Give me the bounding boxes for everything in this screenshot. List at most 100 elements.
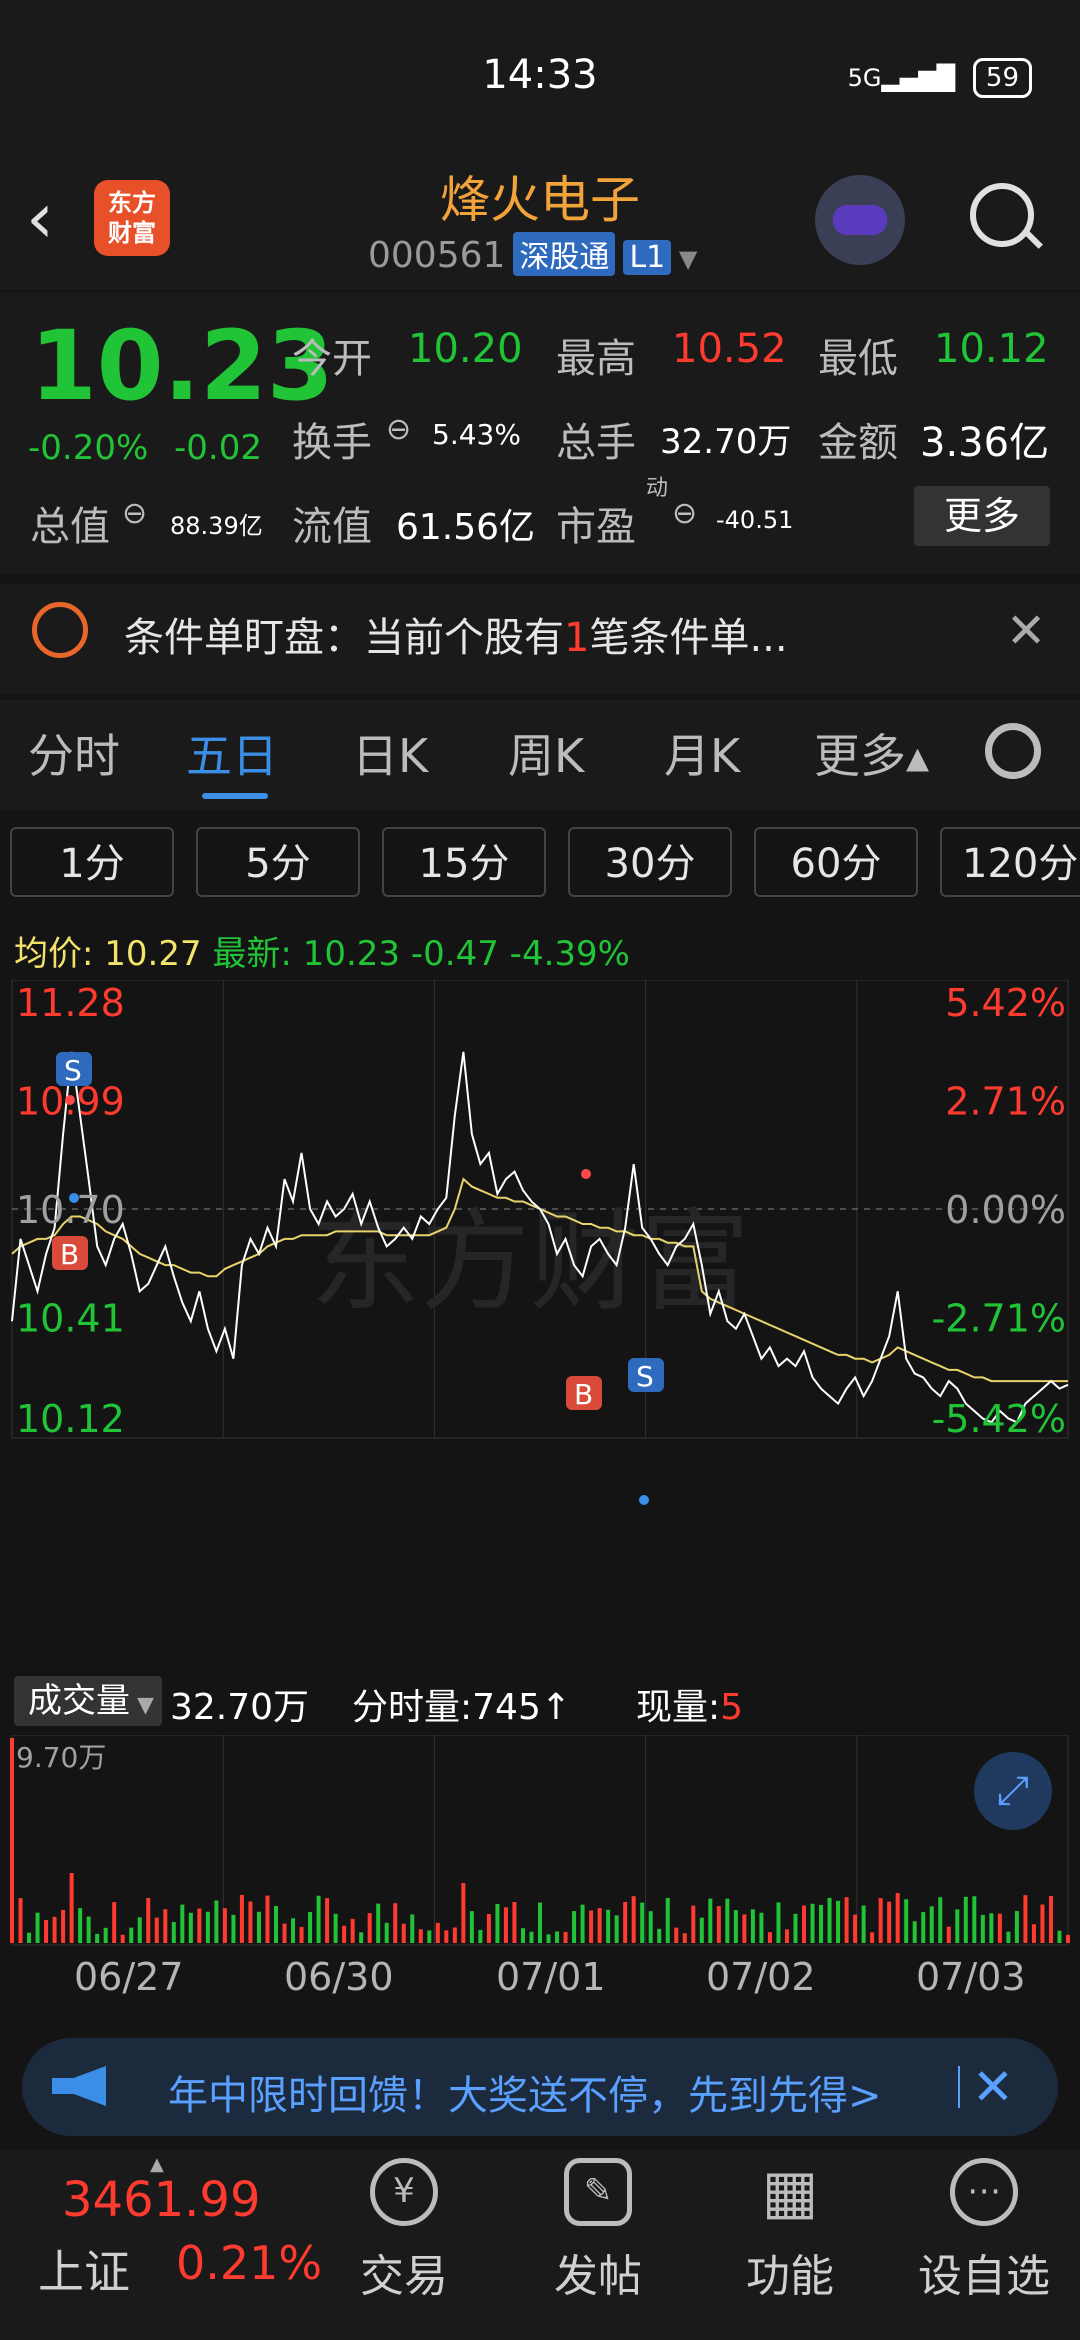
volume-chart[interactable]: 9.70万 xyxy=(0,1735,1080,1950)
period-1min-button[interactable]: 1分 xyxy=(10,827,174,897)
volume-total: 32.70万 xyxy=(170,1687,310,1728)
volume-value: 32.70万 xyxy=(660,422,792,462)
signal-icon: 5G xyxy=(847,64,882,92)
volume-bar xyxy=(716,1906,721,1943)
volume-bar xyxy=(572,1911,577,1943)
y-tick-left: 10.41 xyxy=(16,1297,125,1341)
period-15min-button[interactable]: 15分 xyxy=(382,827,546,897)
tab-intraday[interactable]: 分时 xyxy=(28,720,120,786)
volume-bar xyxy=(1023,1895,1028,1943)
period-30min-button[interactable]: 30分 xyxy=(568,827,732,897)
index-name[interactable]: 上证 xyxy=(38,2236,130,2302)
volume-dropdown[interactable]: 成交量 ▼ xyxy=(14,1676,162,1726)
change-value: -0.02 xyxy=(174,428,262,468)
change-pct: -0.20% xyxy=(28,428,149,468)
volume-bar xyxy=(665,1898,670,1943)
volume-bar xyxy=(802,1905,806,1943)
trade-dot xyxy=(581,1169,591,1179)
tab-daily-k[interactable]: 日K xyxy=(352,720,428,786)
volume-bar xyxy=(376,1903,381,1943)
volume-bar xyxy=(256,1911,261,1943)
search-icon[interactable] xyxy=(970,183,1034,247)
tab-monthly-k[interactable]: 月K xyxy=(664,720,740,786)
tag-level: L1 xyxy=(623,240,672,275)
trade-dot xyxy=(639,1495,649,1505)
functions-icon[interactable]: ▦ xyxy=(756,2158,824,2226)
nav-add-watchlist[interactable]: 设自选 xyxy=(904,2240,1064,2304)
x-label-0702: 07/02 xyxy=(706,1955,816,1999)
volume-bar xyxy=(836,1900,841,1943)
trade-icon[interactable]: ¥ xyxy=(370,2158,438,2226)
volume-bar xyxy=(503,1907,508,1943)
volume-bar xyxy=(427,1930,432,1943)
volume-bar xyxy=(750,1909,755,1943)
minute-volume: 分时量:745↑ xyxy=(352,1687,572,1728)
sell-marker-label: S xyxy=(64,1054,82,1087)
volume-bar xyxy=(444,1930,449,1943)
volume-bar xyxy=(699,1917,704,1943)
volume-bar xyxy=(78,1908,83,1943)
period-120min-button[interactable]: 120分 xyxy=(940,827,1080,897)
post-icon[interactable]: ✎ xyxy=(564,2158,632,2226)
volume-bar xyxy=(146,1897,151,1943)
volume-bar xyxy=(435,1922,440,1943)
period-5min-button[interactable]: 5分 xyxy=(196,827,360,897)
nav-trade[interactable]: 交易 xyxy=(324,2240,484,2304)
index-change-pct[interactable]: 0.21% xyxy=(176,2236,322,2290)
amount-label: 金额 xyxy=(818,420,898,466)
sell-marker-label: S xyxy=(636,1360,654,1393)
volume-bar xyxy=(1048,1896,1053,1943)
promo-text: 年中限时回馈！大奖送不停，先到先得> xyxy=(168,2073,882,2119)
tab-more[interactable]: 更多▴ xyxy=(814,720,929,786)
volume-bar xyxy=(129,1927,134,1943)
info-icon[interactable]: ⊖ xyxy=(672,496,697,531)
volume-bar xyxy=(597,1908,602,1943)
volume-bar xyxy=(316,1895,321,1943)
y-tick-right: -2.71% xyxy=(932,1297,1066,1341)
stock-code-row[interactable]: 000561 深股通 L1 ▼ xyxy=(368,232,697,276)
turnover-label: 换手 xyxy=(292,420,372,466)
volume-bar xyxy=(793,1913,798,1943)
volume-bar xyxy=(1006,1931,1011,1943)
volume-bar xyxy=(486,1913,491,1943)
volume-bar xyxy=(333,1913,338,1943)
volume-bar xyxy=(171,1922,176,1943)
volume-bar xyxy=(188,1912,193,1943)
volume-bar xyxy=(759,1912,764,1943)
tab-five-day[interactable]: 五日 xyxy=(186,720,278,786)
more-quote-button[interactable]: 更多 xyxy=(914,486,1050,546)
volume-bar xyxy=(895,1893,900,1943)
close-icon[interactable]: ✕ xyxy=(972,2058,1014,2116)
avg-label: 均价: xyxy=(14,934,94,974)
volume-bar xyxy=(980,1914,985,1943)
nav-post[interactable]: 发帖 xyxy=(518,2240,678,2304)
volume-bar xyxy=(580,1904,585,1943)
volume-bar xyxy=(640,1902,645,1943)
volume-bar xyxy=(776,1902,781,1943)
nav-functions[interactable]: 功能 xyxy=(710,2240,870,2304)
expand-icon[interactable]: ⤢ xyxy=(974,1752,1052,1830)
info-icon[interactable]: ⊖ xyxy=(122,496,147,531)
mktcap-value: 88.39亿 xyxy=(170,512,263,540)
x-label-0627: 06/27 xyxy=(74,1955,184,1999)
signal-bars-icon: ▂▄▆█ xyxy=(881,64,956,92)
volume-bar xyxy=(904,1899,909,1943)
close-icon[interactable]: ✕ xyxy=(1006,603,1046,659)
index-value[interactable]: 3461.99 xyxy=(62,2172,261,2228)
gear-icon[interactable] xyxy=(985,723,1041,779)
volume-bar xyxy=(606,1909,611,1943)
volume-bar xyxy=(205,1911,210,1943)
trade-dot xyxy=(65,1095,75,1105)
volume-bar xyxy=(1040,1904,1045,1943)
stock-code: 000561 xyxy=(368,235,506,276)
five-day-chart[interactable]: 东方财富 11.285.42%10.992.71%10.700.00%10.41… xyxy=(0,980,1080,1680)
volume-bar xyxy=(291,1918,296,1943)
pe-superscript: 动 xyxy=(646,476,669,501)
volume-bar xyxy=(384,1922,389,1943)
tab-weekly-k[interactable]: 周K xyxy=(508,720,584,786)
volume-bar xyxy=(27,1932,32,1943)
volume-bar xyxy=(810,1903,815,1943)
info-icon[interactable]: ⊖ xyxy=(386,412,411,447)
add-watchlist-icon[interactable]: ⋯ xyxy=(950,2158,1018,2226)
period-60min-button[interactable]: 60分 xyxy=(754,827,918,897)
